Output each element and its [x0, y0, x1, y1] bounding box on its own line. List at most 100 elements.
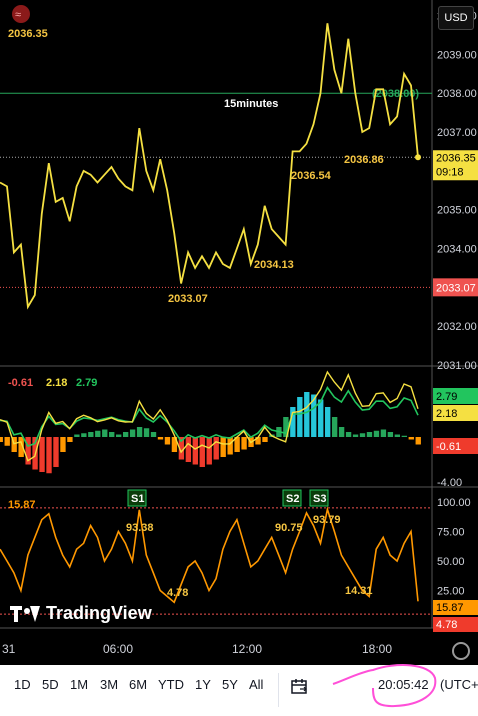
osc-tick: 50.00	[437, 556, 465, 568]
tradingview-wordmark: TradingView	[46, 603, 152, 623]
macd-bar	[366, 432, 373, 437]
macd-bar	[102, 429, 108, 437]
price-tick: 2031.00	[437, 360, 477, 372]
timezone[interactable]: (UTC+7	[440, 677, 478, 692]
macd-bar	[74, 434, 80, 437]
macd-bar	[88, 432, 94, 437]
macd-bar	[39, 437, 45, 472]
range-5y[interactable]: 5Y	[222, 677, 238, 692]
macd-bar	[262, 437, 268, 442]
macd-bar	[157, 437, 164, 440]
osc-annotation: 14.31	[345, 585, 373, 597]
macd-bar	[304, 392, 310, 437]
osc-annotation: 93.38	[126, 522, 154, 534]
price-annotation: 2033.07	[168, 293, 208, 305]
last-price-value: 2036.35	[436, 152, 476, 164]
corner-price: 2036.35	[8, 28, 48, 40]
macd-bar	[408, 437, 414, 440]
bottom-toolbar: 1D 5D 1M 3M 6M YTD 1Y 5Y All 20:05:42 (U…	[0, 664, 478, 716]
osc-annotation: 4.78	[167, 587, 188, 599]
gear-icon[interactable]	[452, 642, 470, 660]
chart-title: 15minutes	[224, 98, 278, 110]
time-label-0: 31	[2, 642, 16, 656]
osc-annotation: 93.79	[313, 514, 341, 526]
macd-bar	[95, 430, 101, 437]
macd-bar	[387, 432, 394, 437]
range-6m[interactable]: 6M	[129, 677, 147, 692]
macd-signal-badge-text: 2.79	[436, 391, 457, 403]
chart-canvas[interactable]: 2040.002039.002038.002037.002036.002035.…	[0, 0, 478, 665]
price-tick: 2038.00	[437, 88, 477, 100]
price-tick: 2039.00	[437, 49, 477, 61]
macd-bar	[81, 433, 87, 437]
macd-label-hist: -0.61	[8, 377, 33, 389]
macd-bar	[213, 437, 219, 460]
macd-bar	[297, 397, 303, 437]
last-price-dot	[415, 154, 421, 161]
osc-value-badge-text: 15.87	[436, 602, 464, 614]
price-tick: 2035.00	[437, 205, 477, 217]
low-price-value: 2033.07	[436, 282, 476, 294]
macd-bar	[241, 437, 247, 450]
macd-bar	[136, 427, 143, 437]
signal-marker-label: S1	[131, 493, 144, 505]
macd-label-signal: 2.79	[76, 377, 97, 389]
macd-bar	[122, 432, 129, 437]
macd-label-line: 2.18	[46, 377, 67, 389]
macd-bar	[116, 434, 122, 437]
osc-tick: 75.00	[437, 527, 465, 539]
macd-bar	[129, 429, 136, 437]
macd-bar	[359, 433, 366, 437]
macd-bar	[318, 399, 324, 437]
osc-annotation: 90.75	[275, 522, 303, 534]
macd-hist-badge-text: -0.61	[436, 441, 461, 453]
time-label-2: 12:00	[232, 642, 263, 656]
macd-bar	[220, 437, 226, 457]
macd-bar	[0, 437, 3, 442]
macd-tick-bottom: -4.00	[437, 477, 462, 489]
macd-bar	[331, 417, 338, 437]
currency-button[interactable]: USD	[438, 6, 474, 30]
range-1d[interactable]: 1D	[14, 677, 31, 692]
range-all[interactable]: All	[249, 677, 263, 692]
osc-tick: 25.00	[437, 586, 465, 598]
macd-bar	[415, 437, 421, 445]
signal-marker-label: S2	[286, 493, 299, 505]
macd-bar	[192, 437, 198, 465]
macd-bar	[394, 434, 401, 437]
macd-bar	[325, 407, 331, 437]
price-annotation: 2036.54	[291, 170, 332, 182]
macd-bar	[206, 437, 212, 465]
clock[interactable]: 20:05:42	[378, 677, 429, 692]
price-tick: 2032.00	[437, 321, 477, 333]
macd-bar	[150, 432, 157, 437]
macd-bar	[60, 437, 66, 452]
price-annotation: 2034.13	[254, 259, 294, 271]
range-1y[interactable]: 1Y	[195, 677, 211, 692]
osc-value: 15.87	[8, 499, 36, 511]
macd-line-badge-text: 2.18	[436, 408, 457, 420]
macd-bar	[53, 437, 59, 467]
toolbar-divider	[278, 673, 279, 707]
time-label-3: 18:00	[362, 642, 393, 656]
macd-bar	[199, 437, 205, 467]
macd-bar	[380, 429, 387, 437]
tradingview-logo: TradingView	[10, 603, 152, 624]
range-1m[interactable]: 1M	[70, 677, 88, 692]
macd-bar	[46, 437, 52, 474]
price-tick: 2034.00	[437, 244, 477, 256]
range-5d[interactable]: 5D	[42, 677, 59, 692]
osc-low-badge-text: 4.78	[436, 619, 457, 631]
macd-bar	[67, 437, 73, 442]
macd-bar	[401, 435, 407, 437]
range-ytd[interactable]: YTD	[158, 677, 184, 692]
time-label-1: 06:00	[103, 642, 134, 656]
price-annotation: 2036.86	[344, 154, 384, 166]
signal-marker-label: S3	[313, 493, 326, 505]
price-tick: 2037.00	[437, 127, 477, 139]
macd-bar	[185, 437, 192, 462]
range-3m[interactable]: 3M	[100, 677, 118, 692]
calendar-icon[interactable]	[290, 677, 310, 697]
macd-bar	[143, 428, 150, 437]
corner-symbol-glyph: ≈	[15, 9, 21, 21]
